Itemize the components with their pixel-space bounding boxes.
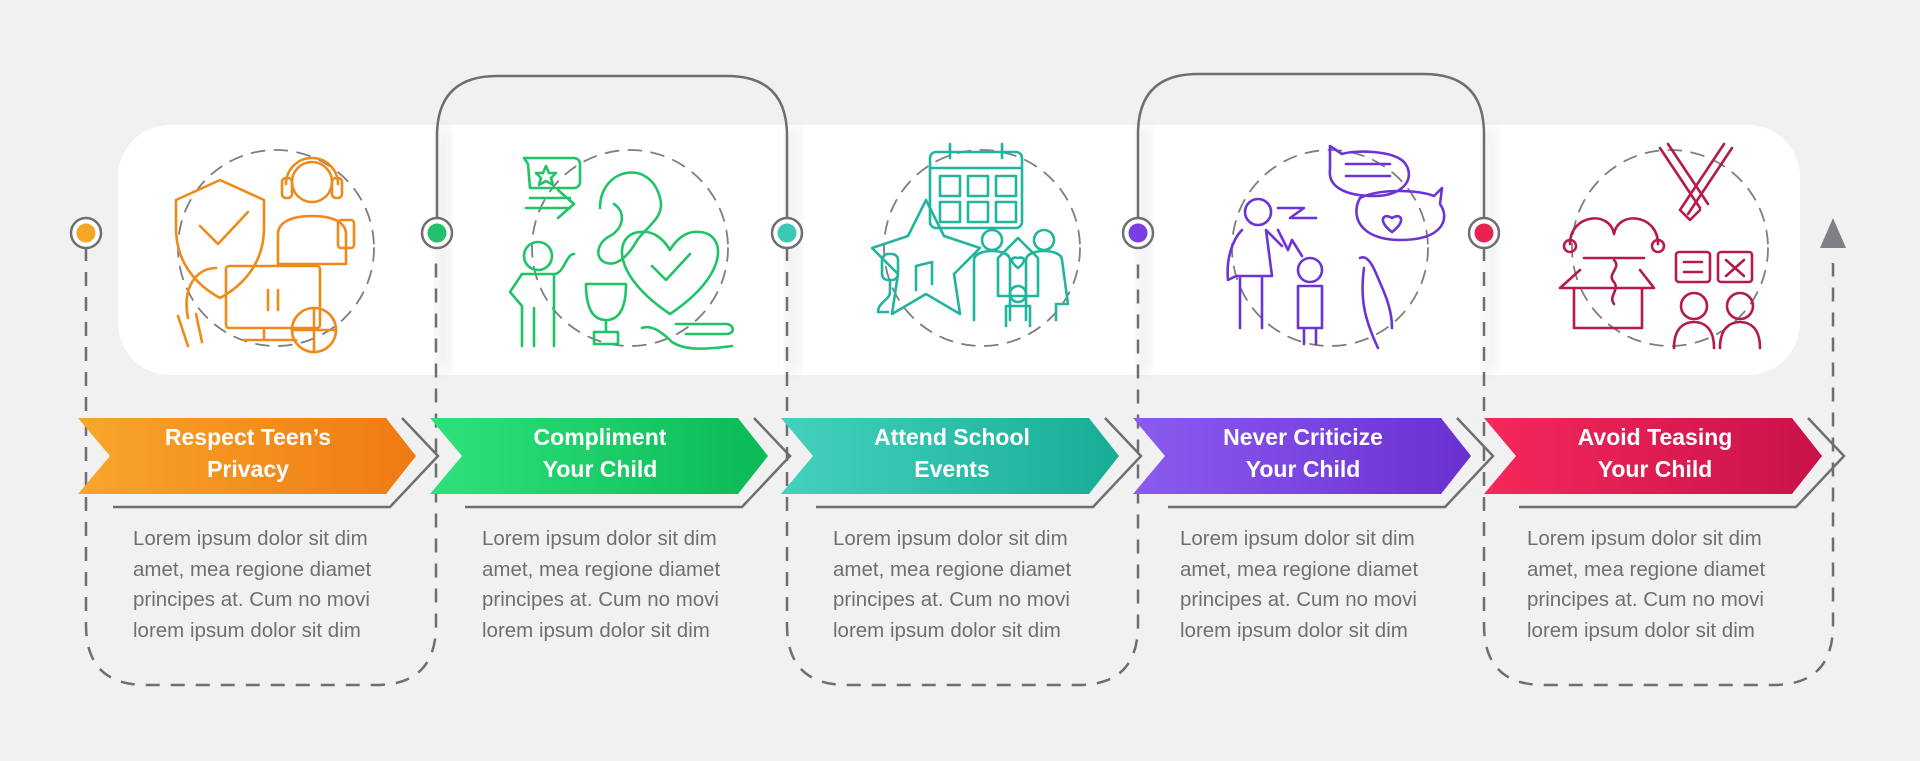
desc-line: amet, mea regione diamet: [1527, 557, 1766, 581]
desc-line: amet, mea regione diamet: [833, 557, 1072, 581]
title-line: Your Child: [1597, 456, 1713, 482]
step-title-2: Compliment Your Child: [450, 421, 750, 485]
title-line: Privacy: [207, 456, 289, 482]
title-line: Attend School: [874, 424, 1030, 450]
desc-line: lorem ipsum dolor sit dim: [482, 618, 710, 642]
title-line: Never Criticize: [1223, 424, 1383, 450]
title-line: Your Child: [1245, 456, 1361, 482]
desc-line: amet, mea regione diamet: [133, 557, 372, 581]
desc-line: principes at. Cum no movi: [482, 588, 719, 611]
desc-line: principes at. Cum no movi: [1527, 588, 1764, 611]
desc-line: Lorem ipsum dolor sit dim: [1180, 527, 1415, 550]
title-line: Events: [914, 456, 990, 482]
step-description-2: Lorem ipsum dolor sit dim amet, mea regio…: [482, 524, 772, 646]
title-line: Compliment: [533, 424, 667, 450]
connector-dot-5: [1474, 223, 1494, 243]
desc-line: Lorem ipsum dolor sit dim: [133, 527, 368, 550]
title-line: Your Child: [542, 456, 658, 482]
step-title-3: Attend School Events: [802, 421, 1102, 485]
desc-line: principes at. Cum no movi: [133, 588, 370, 611]
step-title-4: Never Criticize Your Child: [1153, 421, 1453, 485]
desc-line: lorem ipsum dolor sit dim: [833, 618, 1061, 642]
desc-line: Lorem ipsum dolor sit dim: [1527, 527, 1762, 550]
desc-line: lorem ipsum dolor sit dim: [133, 618, 361, 642]
desc-line: amet, mea regione diamet: [482, 557, 721, 581]
desc-line: amet, mea regione diamet: [1180, 557, 1419, 581]
connector-dot-2: [427, 223, 447, 243]
step-description-3: Lorem ipsum dolor sit dim amet, mea regio…: [833, 524, 1123, 646]
desc-line: Lorem ipsum dolor sit dim: [482, 527, 717, 550]
desc-line: lorem ipsum dolor sit dim: [1527, 618, 1755, 642]
step-description-4: Lorem ipsum dolor sit dim amet, mea regio…: [1180, 524, 1470, 646]
desc-line: principes at. Cum no movi: [1180, 588, 1417, 611]
step-title-1: Respect Teen’s Privacy: [98, 421, 398, 485]
step-title-5: Avoid Teasing Your Child: [1505, 421, 1805, 485]
card-band: [118, 125, 1800, 375]
step-description-5: Lorem ipsum dolor sit dim amet, mea regio…: [1527, 524, 1817, 646]
desc-line: principes at. Cum no movi: [833, 588, 1070, 611]
title-line: Respect Teen’s: [164, 424, 332, 450]
desc-line: Lorem ipsum dolor sit dim: [833, 527, 1068, 550]
step-description-1: Lorem ipsum dolor sit dim amet, mea regio…: [133, 524, 423, 646]
title-line: Avoid Teasing: [1577, 424, 1733, 450]
connector-dot-3: [777, 223, 797, 243]
diagram-canvas: [69, 72, 1846, 687]
connector-dot-4: [1128, 223, 1148, 243]
desc-line: lorem ipsum dolor sit dim: [1180, 618, 1408, 642]
connector-dot-1: [76, 223, 96, 243]
end-arrow-up-icon: [1820, 218, 1846, 248]
